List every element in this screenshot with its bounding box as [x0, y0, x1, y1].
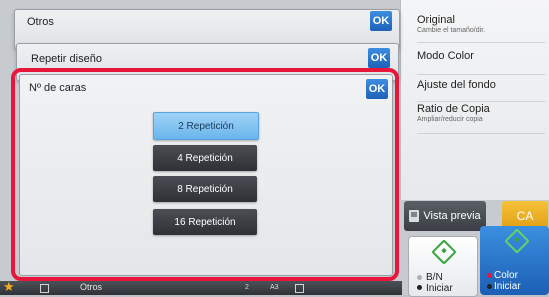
preview-icon — [409, 210, 420, 222]
start-diamond-icon — [431, 239, 457, 265]
highlight-frame — [11, 68, 399, 281]
otros-ok-button[interactable]: OK — [370, 11, 392, 31]
dialog-otros-title: Otros — [27, 16, 54, 28]
setting-copy-ratio[interactable]: Ratio de Copia Ampliar/reducir copia — [417, 103, 545, 134]
setting-color-mode-title: Modo Color — [417, 50, 474, 62]
paper-size: A3 — [270, 284, 279, 291]
setting-color-mode[interactable]: Modo Color — [417, 50, 545, 75]
setting-original[interactable]: Original Cambie el tamaño/dir. — [417, 14, 545, 43]
settings-panel: Original Cambie el tamaño/dir. Modo Colo… — [400, 0, 549, 200]
color-indicator-dot-icon — [487, 284, 492, 289]
bw-indicator-dot-icon — [417, 285, 422, 290]
copier-screen: Original Cambie el tamaño/dir. Modo Colo… — [0, 0, 549, 297]
color-start-line2: Iniciar — [494, 281, 521, 292]
color-start-line1: Color — [494, 270, 518, 281]
preview-button[interactable]: Vista previa — [404, 201, 486, 231]
dialog-repetir-title: Repetir diseño — [31, 53, 102, 65]
color-indicator-icon — [487, 273, 492, 278]
setting-original-subtitle: Cambie el tamaño/dir. — [417, 27, 486, 34]
paper-tray-icon — [295, 284, 304, 293]
bottom-square-icon — [40, 284, 49, 293]
bottom-status-bar: ★ Otros 2 A3 — [0, 279, 402, 295]
start-diamond-icon — [504, 228, 530, 254]
setting-background[interactable]: Ajuste del fondo — [417, 79, 545, 102]
setting-background-title: Ajuste del fondo — [417, 79, 496, 91]
setting-original-title: Original — [417, 14, 455, 26]
bw-start-line2: Iniciar — [426, 283, 453, 294]
bottom-bar-label: Otros — [80, 282, 103, 292]
setting-copy-ratio-subtitle: Ampliar/reducir copia — [417, 116, 483, 123]
bw-start-button[interactable]: B/N Iniciar — [408, 236, 478, 297]
bw-indicator-icon — [417, 275, 422, 280]
bw-start-line1: B/N — [426, 272, 443, 283]
favorite-star-icon[interactable]: ★ — [3, 279, 15, 295]
repetir-ok-button[interactable]: OK — [368, 48, 390, 68]
setting-copy-ratio-title: Ratio de Copia — [417, 103, 490, 115]
preview-label: Vista previa — [423, 210, 481, 222]
page-count: 2 — [245, 284, 249, 291]
color-start-button[interactable]: Color Iniciar — [480, 226, 549, 295]
